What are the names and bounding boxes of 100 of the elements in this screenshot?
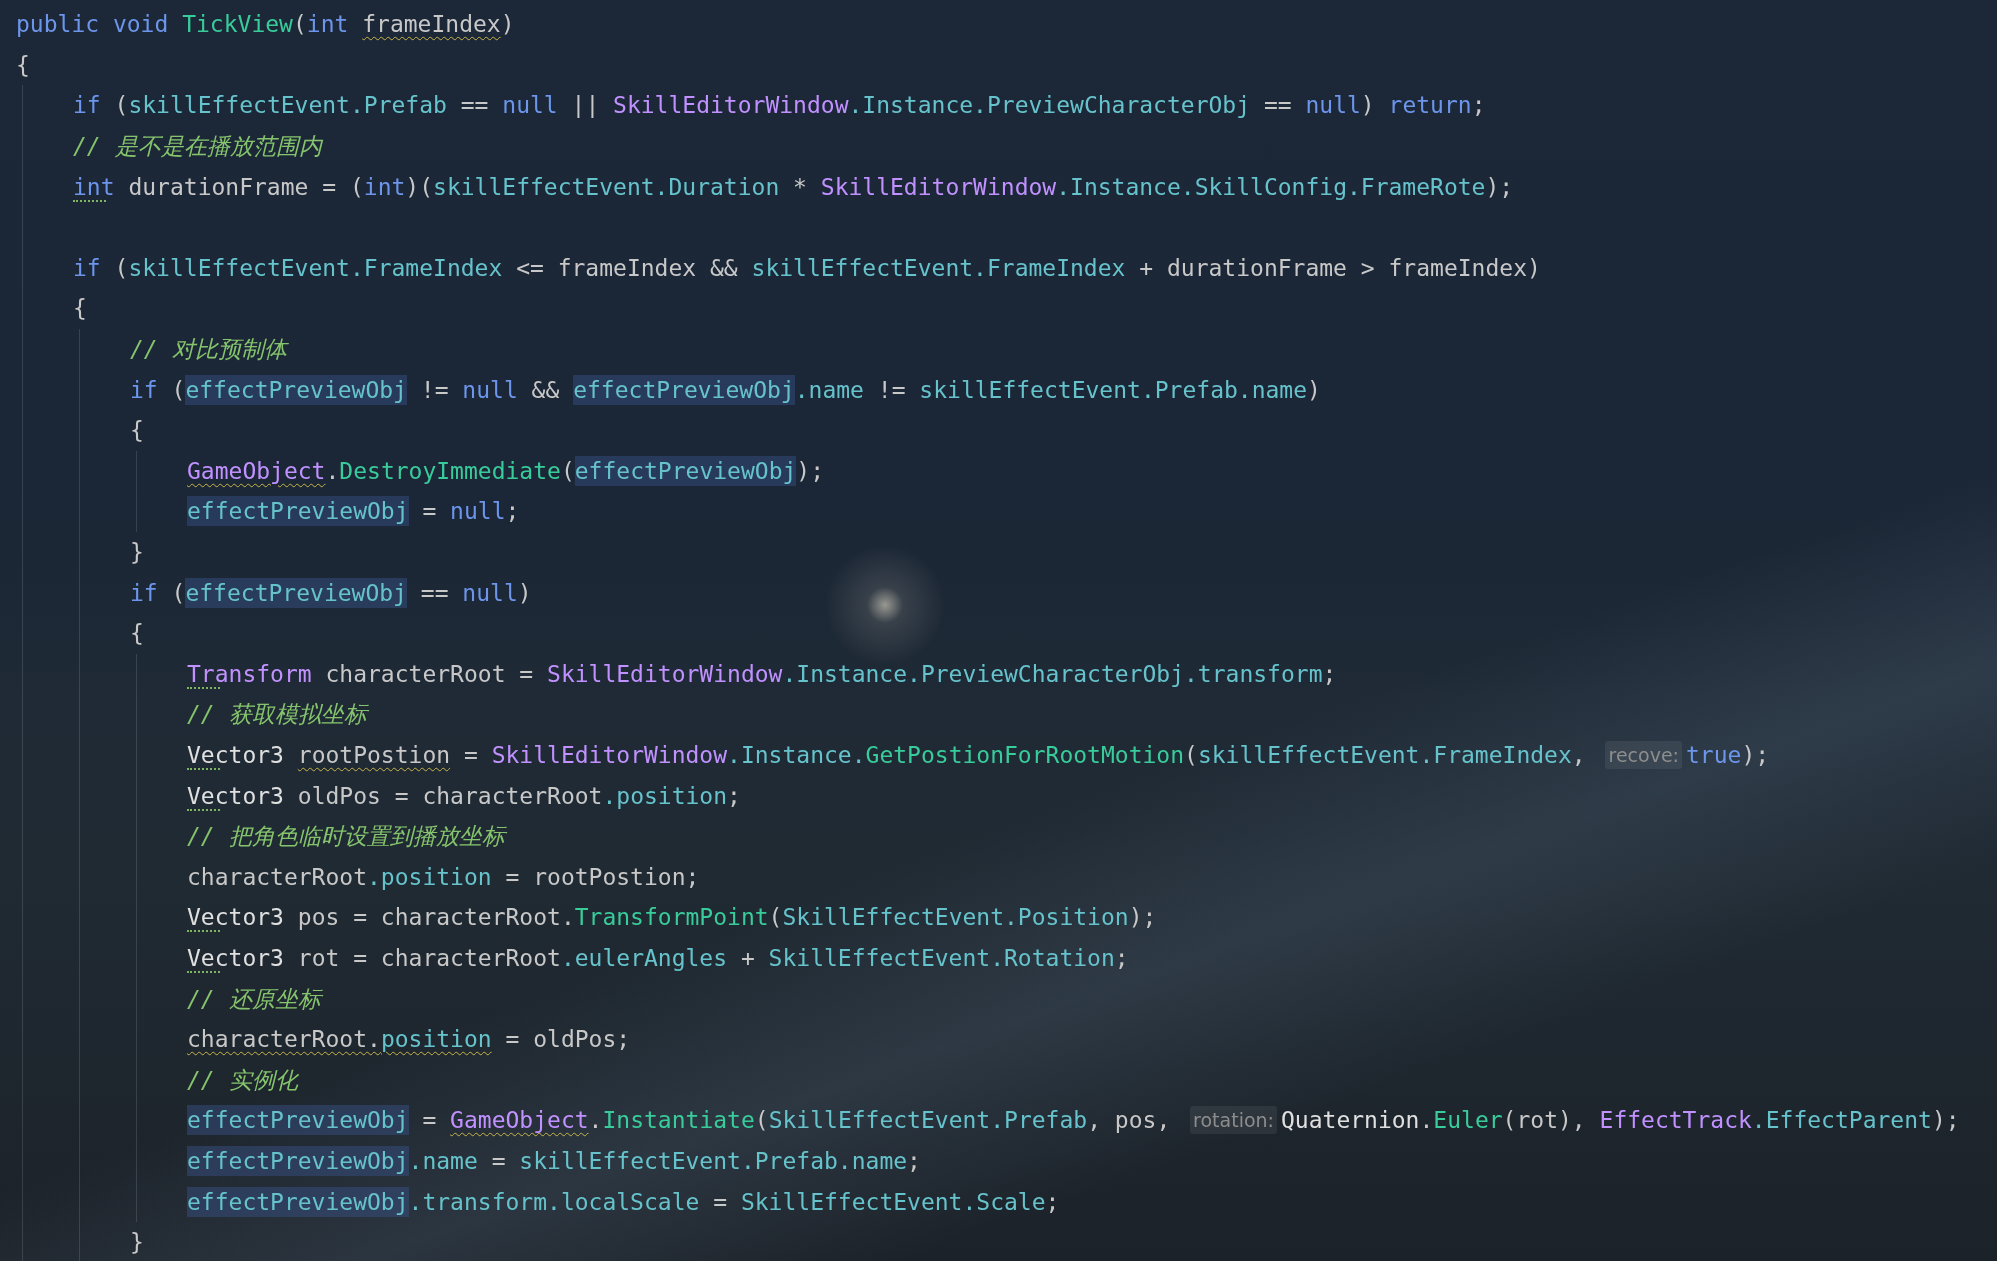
code-text: ==	[459, 91, 490, 121]
code-text: (	[170, 375, 186, 405]
code-text: <= frameIndex &&	[515, 253, 739, 283]
member-name: SkillEffectEvent.Scale	[740, 1187, 1046, 1217]
code-text: durationFrame = (	[127, 172, 364, 202]
code-text: ;	[1322, 659, 1337, 689]
type-name: Vector3	[187, 902, 284, 933]
method-name: Instantiate	[602, 1106, 755, 1136]
code-keyword: if	[130, 578, 158, 608]
code-keyword: int	[306, 10, 350, 40]
member-name: effectPreviewObj	[187, 1105, 409, 1136]
member-name: position	[380, 1025, 492, 1055]
member-name: effectPreviewObj	[185, 374, 407, 405]
member-name: skillEffectEvent.FrameIndex	[1197, 741, 1572, 770]
member-name: skillEffectEvent.Prefab.name	[519, 1146, 908, 1176]
code-keyword: null	[462, 375, 518, 405]
code-text: =	[421, 1106, 438, 1136]
code-text: *	[792, 172, 808, 202]
code-text: ;	[1114, 943, 1129, 973]
method-name: TransformPoint	[574, 903, 769, 933]
member-name: .Instance.	[727, 741, 866, 770]
code-text: );	[1931, 1106, 1960, 1136]
parameter-hint: recove:	[1605, 741, 1682, 769]
code-text: =	[421, 497, 438, 527]
code-text: ==	[419, 578, 450, 608]
class-name: Transform	[187, 658, 312, 689]
code-text: ;	[727, 781, 741, 811]
method-name: GetPostionForRootMotion	[865, 741, 1185, 770]
member-name: effectPreviewObj	[573, 374, 795, 405]
parameter-hint: rotation:	[1190, 1106, 1277, 1135]
code-text: =	[462, 741, 479, 770]
code-keyword: null	[502, 91, 558, 121]
member-name: skillEffectEvent.FrameIndex	[751, 253, 1126, 283]
code-text: .	[325, 456, 340, 486]
member-name: effectPreviewObj	[187, 496, 409, 527]
code-text: );	[1485, 172, 1514, 202]
code-text: +	[739, 943, 756, 973]
member-name: .Instance.PreviewCharacterObj.transform	[782, 659, 1323, 689]
member-name: .Instance.PreviewCharacterObj	[848, 91, 1251, 121]
code-text: !=	[419, 375, 450, 405]
code-text: ;	[907, 1146, 921, 1176]
code-text: = rootPostion;	[504, 862, 700, 892]
code-text: , pos,	[1087, 1106, 1172, 1136]
member-name: effectPreviewObj	[187, 1145, 409, 1176]
class-name: GameObject	[187, 456, 326, 486]
code-keyword: public void	[16, 10, 170, 40]
code-comment: // 获取模拟坐标	[187, 700, 367, 730]
code-text: + durationFrame > frameIndex)	[1138, 253, 1541, 283]
code-text: rot = characterRoot	[296, 943, 561, 973]
member-name: effectPreviewObj	[185, 577, 407, 608]
code-text: (	[1184, 741, 1198, 770]
member-name: SkillEffectEvent.Prefab	[768, 1106, 1088, 1136]
code-text: =	[712, 1187, 729, 1217]
code-text: )	[517, 578, 532, 608]
code-keyword: if	[130, 375, 158, 405]
code-text: characterRoot	[187, 862, 367, 892]
code-text: ==	[1262, 91, 1293, 121]
class-name: SkillEditorWindow	[491, 741, 728, 770]
class-name: EffectTrack	[1599, 1106, 1752, 1136]
member-name: SkillEffectEvent.Rotation	[768, 943, 1115, 973]
method-name: TickView	[182, 10, 293, 40]
method-name: DestroyImmediate	[339, 456, 561, 486]
class-name: SkillEditorWindow	[820, 172, 1057, 202]
code-keyword: null	[1305, 91, 1361, 121]
member-name: SkillEffectEvent.Position	[782, 903, 1129, 933]
member-name: .EffectParent	[1751, 1106, 1932, 1136]
code-comment: // 实例化	[187, 1065, 298, 1095]
member-name: .name	[794, 375, 864, 405]
member-name: .position	[367, 862, 492, 892]
class-name: SkillEditorWindow	[613, 91, 849, 121]
code-text: (	[113, 253, 129, 283]
member-name: .eulerAngles	[560, 943, 728, 973]
code-keyword: true	[1686, 741, 1742, 770]
code-keyword: if	[73, 91, 101, 121]
code-text: =	[490, 1146, 507, 1176]
code-text: );	[1741, 741, 1770, 770]
code-text: = oldPos;	[504, 1025, 631, 1055]
member-name: skillEffectEvent.Prefab.name	[919, 375, 1308, 405]
code-comment: // 是不是在播放范围内	[73, 132, 322, 162]
code-text: )	[1360, 91, 1376, 121]
code-keyword: null	[462, 578, 518, 608]
member-name: effectPreviewObj	[574, 455, 797, 486]
class-name: GameObject	[450, 1106, 589, 1136]
code-comment: // 还原坐标	[187, 984, 321, 1014]
code-text: ,	[1571, 741, 1587, 770]
code-text: pos = characterRoot.	[296, 903, 575, 933]
code-text: {	[130, 619, 144, 649]
code-keyword: int	[73, 171, 115, 202]
code-text: (	[292, 10, 307, 40]
type-name: Vector3	[187, 780, 284, 811]
code-text: .	[588, 1106, 603, 1136]
code-text: {	[73, 294, 87, 324]
code-text: (rot),	[1502, 1106, 1587, 1136]
code-text: {	[16, 50, 30, 80]
code-text: rootPostion	[297, 741, 451, 770]
member-name: .transform.localScale	[408, 1187, 700, 1217]
code-text: oldPos = characterRoot	[296, 781, 603, 811]
code-text: (	[113, 91, 129, 121]
code-text: );	[1128, 903, 1157, 933]
code-text: (	[768, 903, 783, 933]
